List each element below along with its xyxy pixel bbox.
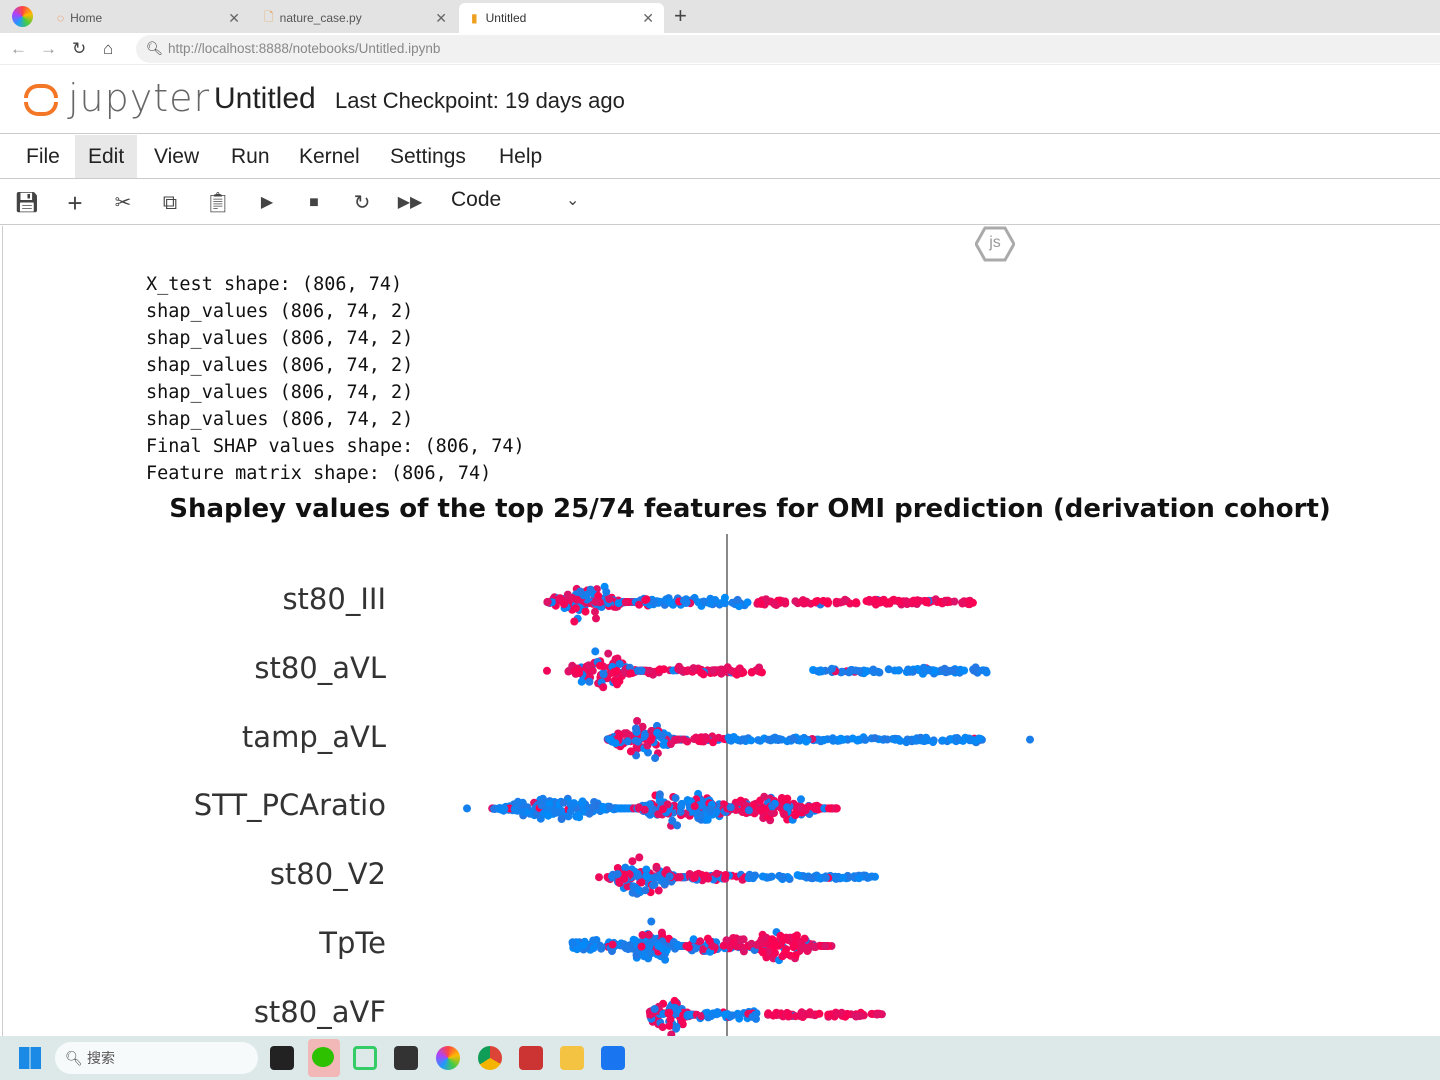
run-icon[interactable]: ▶ [252, 188, 282, 218]
menu-view[interactable]: View [141, 135, 212, 178]
mail-icon[interactable] [601, 1046, 625, 1070]
restart-icon[interactable]: ↻ [347, 188, 377, 218]
search-icon: 🔍︎ [146, 41, 164, 56]
menu-help[interactable]: Help [486, 135, 555, 178]
url-text: http://localhost:8888/notebooks/Untitled… [168, 41, 441, 56]
chevron-down-icon[interactable]: ⌄ [566, 190, 579, 210]
app-icon[interactable] [270, 1046, 294, 1070]
url-input[interactable]: 🔍︎ http://localhost:8888/notebooks/Untitl… [136, 35, 1440, 63]
back-icon[interactable]: ← [10, 39, 27, 59]
jupyter-logo-icon[interactable] [24, 82, 58, 118]
close-tab-icon[interactable]: ✕ [228, 10, 240, 27]
output-line: shap_values (806, 74, 2) [146, 301, 414, 322]
browser-tab-bar: ◌ Home ✕ 🗋 nature_case.py ✕ ▮ Untitled ✕ + [0, 0, 1440, 33]
chrome-icon[interactable] [478, 1046, 502, 1070]
taskbar: 🔍︎ 搜索 [0, 1036, 1440, 1080]
feature-label: STT_PCAratio [193, 788, 386, 823]
notebook-icon: ▮ [471, 11, 478, 25]
file-icon: 🗋 [264, 9, 274, 24]
output-line: shap_values (806, 74, 2) [146, 409, 414, 430]
cell-output-text: X_test shape: (806, 74) shap_values (806,… [146, 271, 525, 487]
output-line: X_test shape: (806, 74) [146, 274, 403, 295]
feature-label: TpTe [319, 926, 386, 960]
wechat-icon[interactable] [308, 1039, 340, 1077]
menu-file[interactable]: File [13, 135, 73, 178]
notebook-toolbar: 💾︎ + ✂ ⧉ 📋︎ ▶ ■ ↻ ▶▶ Code ⌄ [0, 180, 1440, 225]
feature-label: st80_III [282, 582, 386, 616]
tab-home[interactable]: ◌ Home ✕ [45, 3, 250, 33]
browser-logo-icon[interactable] [12, 6, 33, 27]
add-icon[interactable]: + [60, 188, 90, 218]
jupyter-wordmark[interactable]: jupyter [68, 76, 210, 120]
feature-label: st80_aVF [253, 994, 386, 1029]
browser-icon[interactable] [436, 1046, 460, 1070]
close-tab-icon[interactable]: ✕ [435, 10, 447, 27]
output-line: Feature matrix shape: (806, 74) [146, 463, 492, 484]
menu-bar: File Edit View Run Kernel Settings Help [0, 135, 1440, 179]
menu-edit[interactable]: Edit [75, 135, 138, 178]
feature-label: tamp_aVL [241, 719, 386, 754]
tab-label: Untitled [485, 11, 527, 25]
tab-nature-case[interactable]: 🗋 nature_case.py ✕ [252, 3, 457, 33]
jupyter-tab-icon: ◌ [57, 11, 65, 25]
output-line: Final SHAP values shape: (806, 74) [146, 436, 525, 457]
checkpoint-status: Last Checkpoint: 19 days ago [335, 88, 625, 113]
output-line: shap_values (806, 74, 2) [146, 382, 414, 403]
taskbar-search[interactable]: 🔍︎ 搜索 [55, 1042, 258, 1074]
save-icon[interactable]: 💾︎ [12, 188, 42, 218]
cell-type-select[interactable]: Code [451, 188, 501, 212]
z-app-icon[interactable] [519, 1046, 543, 1070]
menu-kernel[interactable]: Kernel [286, 135, 373, 178]
home-icon[interactable]: ⌂ [103, 39, 113, 59]
notebook-title[interactable]: Untitled [214, 82, 316, 116]
menu-run[interactable]: Run [218, 135, 283, 178]
reload-icon[interactable]: ↻ [72, 39, 86, 59]
close-tab-icon[interactable]: ✕ [642, 10, 654, 27]
address-bar-row: ← → ↻ ⌂ 🔍︎ http://localhost:8888/notebook… [0, 33, 1440, 65]
output-line: shap_values (806, 74, 2) [146, 355, 414, 376]
copy-icon[interactable]: ⧉ [155, 188, 185, 218]
file-explorer-icon[interactable] [560, 1046, 584, 1070]
js-badge-icon: js [975, 225, 1015, 263]
js-badge-text: js [989, 234, 1001, 251]
cut-icon[interactable]: ✂ [108, 188, 138, 218]
jupyter-header: jupyter Untitled Last Checkpoint: 19 day… [0, 66, 1440, 134]
new-tab-button[interactable]: + [674, 3, 687, 29]
tab-label: Home [70, 11, 103, 25]
search-placeholder: 搜索 [87, 1050, 115, 1066]
fast-forward-icon[interactable]: ▶▶ [395, 188, 425, 218]
tab-untitled[interactable]: ▮ Untitled ✕ [459, 3, 664, 33]
feature-label: st80_V2 [269, 857, 386, 892]
search-icon: 🔍︎ [65, 1050, 83, 1066]
tab-label: nature_case.py [279, 11, 362, 25]
paste-icon[interactable]: 📋︎ [203, 188, 233, 218]
feature-label: st80_aVL [254, 650, 386, 685]
forward-icon[interactable]: → [40, 39, 57, 59]
start-icon[interactable] [19, 1047, 41, 1069]
terminal-icon[interactable] [394, 1046, 418, 1070]
menu-settings[interactable]: Settings [377, 135, 479, 178]
output-line: shap_values (806, 74, 2) [146, 328, 414, 349]
stop-icon[interactable]: ■ [299, 188, 329, 218]
chart-title: Shapley values of the top 25/74 features… [169, 494, 1331, 524]
remote-desktop-icon[interactable] [353, 1046, 377, 1070]
